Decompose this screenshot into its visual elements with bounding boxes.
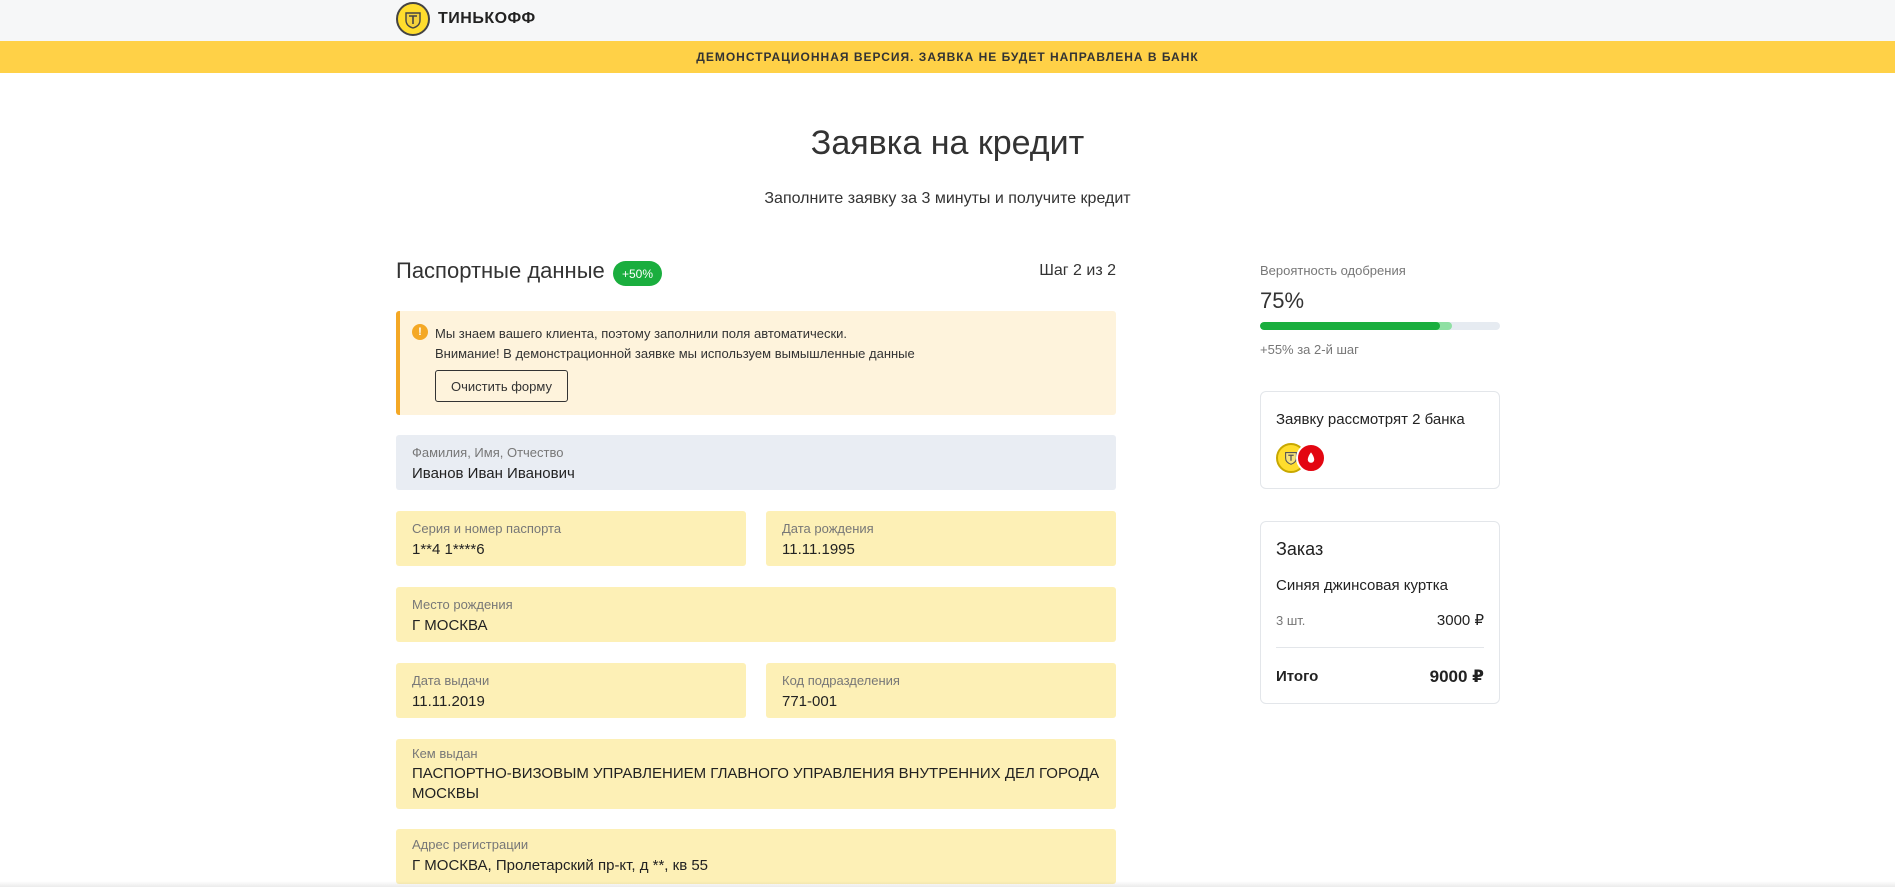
field-value: Г МОСКВА [412, 617, 488, 634]
field-label: Кем выдан [412, 746, 478, 761]
demo-banner: ДЕМОНСТРАЦИОННАЯ ВЕРСИЯ. ЗАЯВКА НЕ БУДЕТ… [0, 41, 1895, 73]
order-total-value: 9000 ₽ [1429, 667, 1484, 686]
field-label: Адрес регистрации [412, 837, 529, 852]
order-item-name: Синяя джинсовая куртка [1276, 577, 1448, 594]
field-label: Дата выдачи [412, 673, 490, 688]
approval-progress-bar [1260, 322, 1500, 330]
order-card: Заказ Синяя джинсовая куртка 3 шт. 3000 … [1260, 521, 1500, 704]
notice-text-line1: Мы знаем вашего клиента, поэтому заполни… [435, 326, 848, 341]
field-label: Место рождения [412, 597, 513, 612]
notice-text-line2: Внимание! В демонстрационной заявке мы и… [435, 346, 915, 361]
birth-date-field[interactable]: Дата рождения 11.11.1995 [766, 511, 1116, 566]
issue-date-field[interactable]: Дата выдачи 11.11.2019 [396, 663, 746, 718]
banks-card: Заявку рассмотрят 2 банка [1260, 391, 1500, 489]
demo-banner-text: ДЕМОНСТРАЦИОННАЯ ВЕРСИЯ. ЗАЯВКА НЕ БУДЕТ… [696, 50, 1199, 64]
field-label: Дата рождения [782, 521, 874, 536]
approval-progress-fill [1260, 322, 1440, 330]
banks-title: Заявку рассмотрят 2 банка [1276, 411, 1465, 428]
approval-boost-badge: +50% [613, 261, 663, 286]
registration-address-field[interactable]: Адрес регистрации Г МОСКВА, Пролетарский… [396, 829, 1116, 884]
approval-note: +55% за 2-й шаг [1260, 342, 1359, 357]
field-value: ПАСПОРТНО-ВИЗОВЫМ УПРАВЛЕНИЕМ ГЛАВНОГО У… [412, 765, 1100, 802]
order-title: Заказ [1276, 539, 1324, 559]
field-value: 1**4 1****6 [412, 541, 485, 558]
passport-number-field[interactable]: Серия и номер паспорта 1**4 1****6 [396, 511, 746, 566]
tinkoff-emblem-icon [396, 1, 430, 36]
full-name-field[interactable]: Фамилия, Имя, Отчество Иванов Иван Ивано… [396, 435, 1116, 490]
step-indicator: Шаг 2 из 2 [1039, 262, 1116, 279]
field-value: Г МОСКВА, Пролетарский пр-кт, д **, кв 5… [412, 857, 709, 874]
section-title: Паспортные данные [396, 258, 605, 283]
order-item-quantity: 3 шт. [1276, 613, 1306, 628]
warning-icon: ! [412, 324, 428, 340]
top-header: ТИНЬКОФФ [0, 0, 1895, 41]
field-label: Серия и номер паспорта [412, 521, 562, 536]
autofill-notice: ! Мы знаем вашего клиента, поэтому запол… [396, 311, 1116, 415]
page-subtitle: Заполните заявку за 3 минуты и получите … [764, 190, 1131, 207]
field-value: 11.11.1995 [782, 541, 855, 558]
mts-bank-icon [1296, 443, 1326, 473]
page-title: Заявка на кредит [810, 124, 1085, 162]
approval-percent: 75% [1260, 288, 1305, 313]
field-label: Фамилия, Имя, Отчество [412, 445, 564, 460]
field-value: 11.11.2019 [412, 693, 485, 710]
order-total-label: Итого [1276, 668, 1319, 685]
field-value: 771-001 [782, 693, 838, 710]
division-code-field[interactable]: Код подразделения 771-001 [766, 663, 1116, 718]
brand-name: ТИНЬКОФФ [438, 9, 536, 27]
brand-logo[interactable]: ТИНЬКОФФ [396, 1, 536, 36]
order-divider [1276, 647, 1484, 648]
field-label: Код подразделения [782, 673, 900, 688]
field-value: Иванов Иван Иванович [412, 465, 575, 482]
clear-form-button[interactable]: Очистить форму [435, 370, 568, 402]
approval-label: Вероятность одобрения [1260, 263, 1406, 278]
order-item-price: 3000 ₽ [1436, 612, 1484, 629]
issued-by-field[interactable]: Кем выдан ПАСПОРТНО-ВИЗОВЫМ УПРАВЛЕНИЕМ … [396, 739, 1116, 809]
birth-place-field[interactable]: Место рождения Г МОСКВА [396, 587, 1116, 642]
bottom-shadow [0, 881, 1895, 887]
